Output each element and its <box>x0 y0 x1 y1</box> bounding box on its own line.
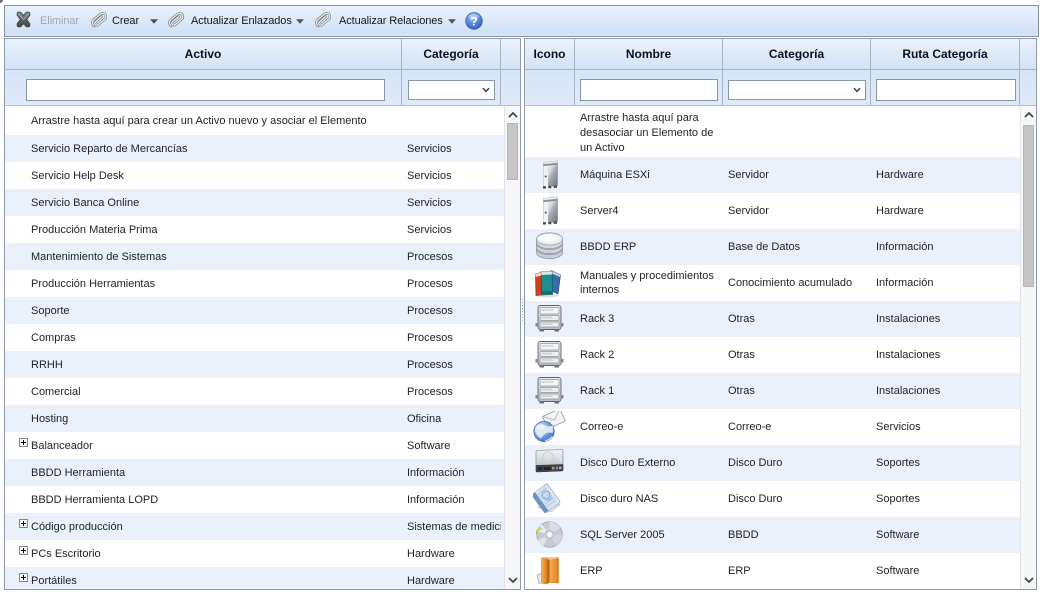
svg-text:?: ? <box>470 14 477 28</box>
